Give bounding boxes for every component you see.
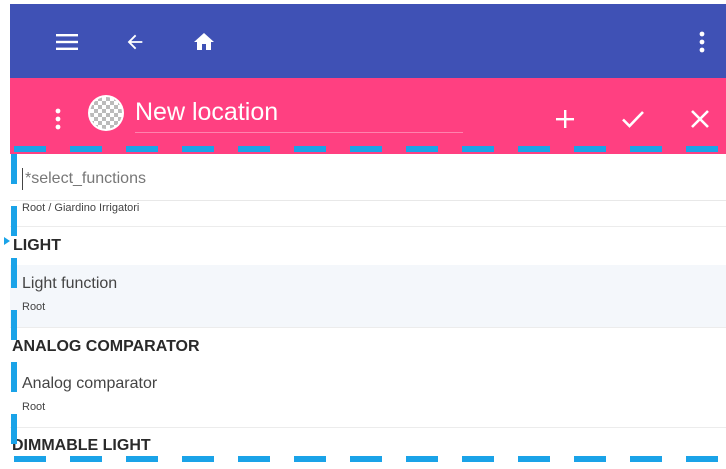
check-icon[interactable] (619, 105, 647, 133)
list-item-path: Root (22, 401, 46, 413)
group-header-dimmable-light: DIMMABLE LIGHT (12, 437, 151, 454)
close-icon[interactable] (686, 105, 714, 133)
home-icon[interactable] (191, 29, 217, 55)
plus-icon[interactable] (551, 105, 579, 133)
list-item[interactable]: Light function Root (10, 265, 726, 327)
divider (10, 327, 726, 328)
list-item-name: Analog comparator (22, 375, 158, 392)
group-header-light: LIGHT (13, 237, 61, 254)
divider (10, 226, 726, 227)
filter-row (10, 156, 726, 201)
more-vert-icon[interactable] (690, 29, 714, 55)
focus-outline-top (14, 146, 724, 152)
focus-outline-bottom (14, 456, 724, 462)
group-header-analog-comparator: ANALOG COMPARATOR (12, 338, 200, 355)
select-functions-input[interactable] (22, 168, 625, 190)
location-name-input[interactable] (135, 92, 463, 133)
more-vert-icon[interactable] (49, 107, 67, 131)
top-app-bar (10, 4, 726, 78)
list-item[interactable]: Analog comparator Root (10, 365, 726, 427)
breadcrumb: Root / Giardino Irrigatori (22, 202, 140, 214)
focus-outline-left (11, 154, 17, 454)
function-list: Root / Giardino Irrigatori LIGHT Light f… (10, 154, 726, 469)
list-item-path: Root (22, 301, 46, 313)
arrow-back-icon[interactable] (122, 29, 148, 55)
location-toolbar (10, 78, 726, 154)
pointer-marker (4, 237, 10, 245)
menu-icon[interactable] (54, 29, 80, 55)
location-image-icon[interactable] (86, 93, 126, 133)
divider (10, 427, 726, 428)
list-item-name: Light function (22, 275, 118, 292)
